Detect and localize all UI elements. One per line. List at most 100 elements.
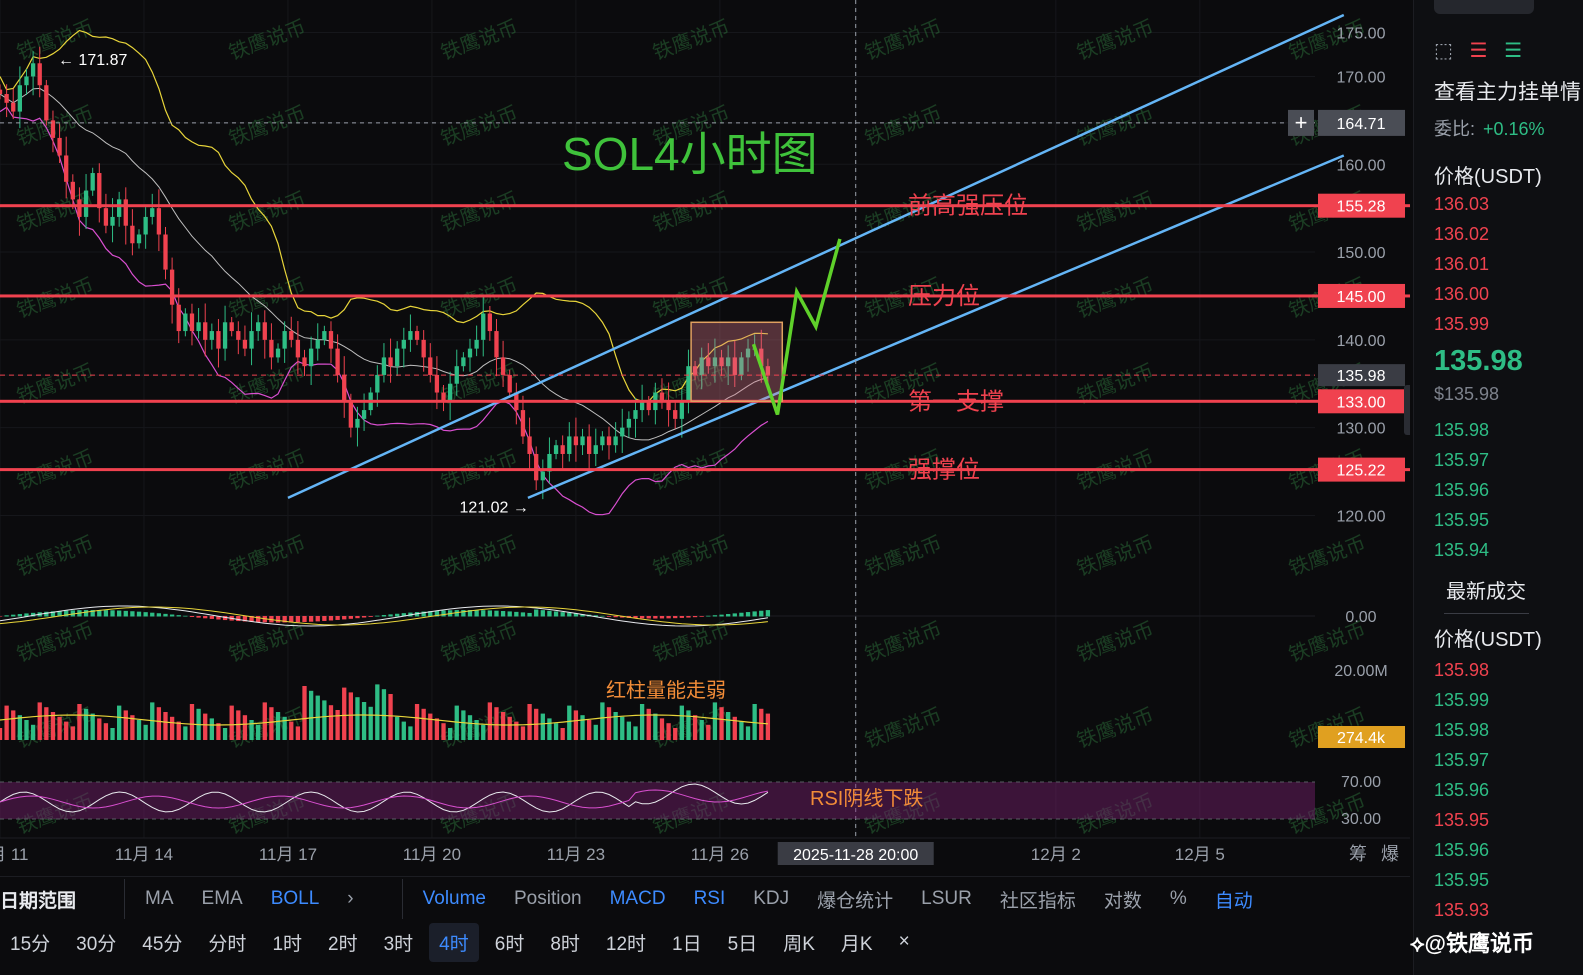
macd-bar (534, 609, 539, 617)
layout-both-icon[interactable]: ⬚ (1434, 40, 1453, 62)
price-row[interactable]: 136.03 (1434, 194, 1489, 215)
candle-body (183, 313, 188, 332)
chart-area[interactable]: 铁鹰说币 铁鹰说币 铁鹰说币 铁鹰说币 铁鹰说币 铁鹰说币 铁鹰说币 铁鹰说币 铁鹰说币 铁鹰说币… (0, 0, 1410, 865)
x-axis-label: 11月 20 (403, 845, 461, 864)
candle-body (209, 331, 214, 340)
price-row[interactable]: 136.01 (1434, 254, 1489, 275)
interval-item[interactable]: 周K (773, 923, 825, 962)
interval-item[interactable]: 12时 (596, 923, 656, 962)
price-row[interactable]: 135.99 (1434, 690, 1489, 711)
macd-bar (388, 614, 393, 617)
volume-bar (487, 702, 493, 740)
price-row[interactable]: 136.00 (1434, 284, 1489, 305)
interval-item[interactable]: 月K (831, 923, 883, 962)
price-row[interactable]: 135.97 (1434, 750, 1489, 771)
latest-trades-tab[interactable]: 最新成交 (1446, 575, 1526, 604)
price-row[interactable]: 135.96 (1434, 840, 1489, 861)
candle-body (222, 322, 228, 349)
indicator-item[interactable]: 爆仓统计 (817, 886, 893, 913)
volume-bar (395, 716, 400, 740)
price-row[interactable]: 135.95 (1434, 870, 1489, 891)
price-row[interactable]: 135.96 (1434, 480, 1489, 501)
interval-item[interactable]: × (889, 925, 920, 959)
price-row[interactable]: 135.99 (1434, 314, 1489, 335)
macd-bar (368, 616, 373, 617)
macd-bar (4, 615, 9, 617)
candle-body (620, 427, 625, 437)
indicator-item[interactable]: BOLL (271, 888, 320, 910)
interval-item[interactable]: 分时 (198, 923, 256, 962)
macd-bar (17, 614, 23, 617)
candle-body (355, 418, 360, 428)
macd-bar (196, 616, 201, 618)
price-row[interactable]: 135.94 (1434, 540, 1489, 561)
volume-bar (262, 702, 267, 740)
indicator-item[interactable]: RSI (694, 888, 726, 910)
volume-bar (295, 726, 301, 740)
volume-bar (110, 728, 115, 740)
macd-bar (514, 611, 519, 617)
price-row[interactable]: 135.96 (1434, 780, 1489, 801)
y-axis-label: 140.00 (1337, 333, 1386, 350)
volume-bar (646, 708, 651, 740)
price-row[interactable]: 135.98 (1434, 660, 1489, 681)
panel-title[interactable]: 查看主力挂单情 (1434, 76, 1581, 106)
price-row[interactable]: 136.02 (1434, 224, 1489, 245)
indicator-item[interactable]: 对数 (1104, 886, 1142, 913)
macd-bar (150, 612, 155, 617)
volume-max-label: 20.00M (1334, 663, 1387, 680)
indicator-item[interactable]: KDJ (753, 888, 789, 910)
candle-body (686, 366, 691, 402)
volume-bar (434, 718, 440, 740)
indicator-item[interactable]: EMA (202, 888, 243, 910)
candle-body (474, 339, 479, 349)
indicator-item[interactable]: 社区指标 (1000, 886, 1076, 913)
candle-body (295, 339, 301, 358)
price-row[interactable]: 135.93 (1434, 900, 1489, 921)
interval-item[interactable]: 4时 (429, 922, 479, 962)
panel-top-button[interactable] (1434, 0, 1534, 14)
indicator-item[interactable]: MACD (610, 888, 666, 910)
price-row[interactable]: 135.95 (1434, 810, 1489, 831)
indicator-item[interactable]: % (1170, 888, 1187, 910)
indicator-item[interactable]: 日期范围 (0, 886, 76, 913)
indicator-item[interactable]: 自动 (1215, 886, 1253, 913)
indicator-item[interactable]: LSUR (921, 888, 972, 910)
interval-item[interactable]: 15分 (0, 923, 60, 962)
price-row[interactable]: 135.98 (1434, 720, 1489, 741)
volume-bar (37, 702, 42, 740)
price-row[interactable]: 135.97 (1434, 450, 1489, 471)
interval-item[interactable]: 1时 (262, 923, 312, 962)
price-row[interactable]: 135.98 (1434, 420, 1489, 441)
macd-bar (739, 612, 744, 617)
interval-item[interactable]: 30分 (66, 923, 126, 962)
interval-item[interactable]: 6时 (485, 923, 535, 962)
indicator-item[interactable]: Position (514, 888, 582, 910)
interval-item[interactable]: 45分 (132, 923, 192, 962)
indicator-item[interactable]: › (347, 888, 353, 910)
panel-view-icons[interactable]: ⬚ ☰ ☰ (1434, 38, 1522, 63)
chart-title: SOL4小时图 (562, 128, 818, 180)
price-row[interactable]: 135.95 (1434, 510, 1489, 531)
indicator-item[interactable]: Volume (423, 888, 486, 910)
rsi-upper-label: 70.00 (1341, 774, 1381, 791)
indicator-item[interactable]: MA (145, 888, 174, 910)
layout-bids-icon[interactable]: ☰ (1504, 40, 1522, 62)
volume-bar (686, 710, 691, 740)
candlestick-chart[interactable]: 铁鹰说币 铁鹰说币 铁鹰说币 铁鹰说币 铁鹰说币 铁鹰说币 铁鹰说币铁鹰说币 铁鹰说币 铁鹰说币… (0, 0, 1410, 865)
interval-item[interactable]: 5日 (718, 923, 768, 962)
macd-bar (679, 616, 684, 618)
plus-icon: + (1295, 110, 1308, 135)
volume-bar (163, 712, 168, 740)
macd-bar (441, 610, 446, 617)
volume-bar (726, 712, 731, 740)
layout-asks-icon[interactable]: ☰ (1470, 40, 1488, 62)
interval-item[interactable]: 2时 (318, 923, 368, 962)
candle-body (315, 339, 320, 349)
candle-body (520, 410, 526, 437)
interval-item[interactable]: 1日 (662, 923, 712, 962)
candle-body (256, 322, 261, 332)
interval-item[interactable]: 8时 (540, 923, 590, 962)
candle-body (77, 199, 82, 217)
interval-item[interactable]: 3时 (374, 923, 424, 962)
